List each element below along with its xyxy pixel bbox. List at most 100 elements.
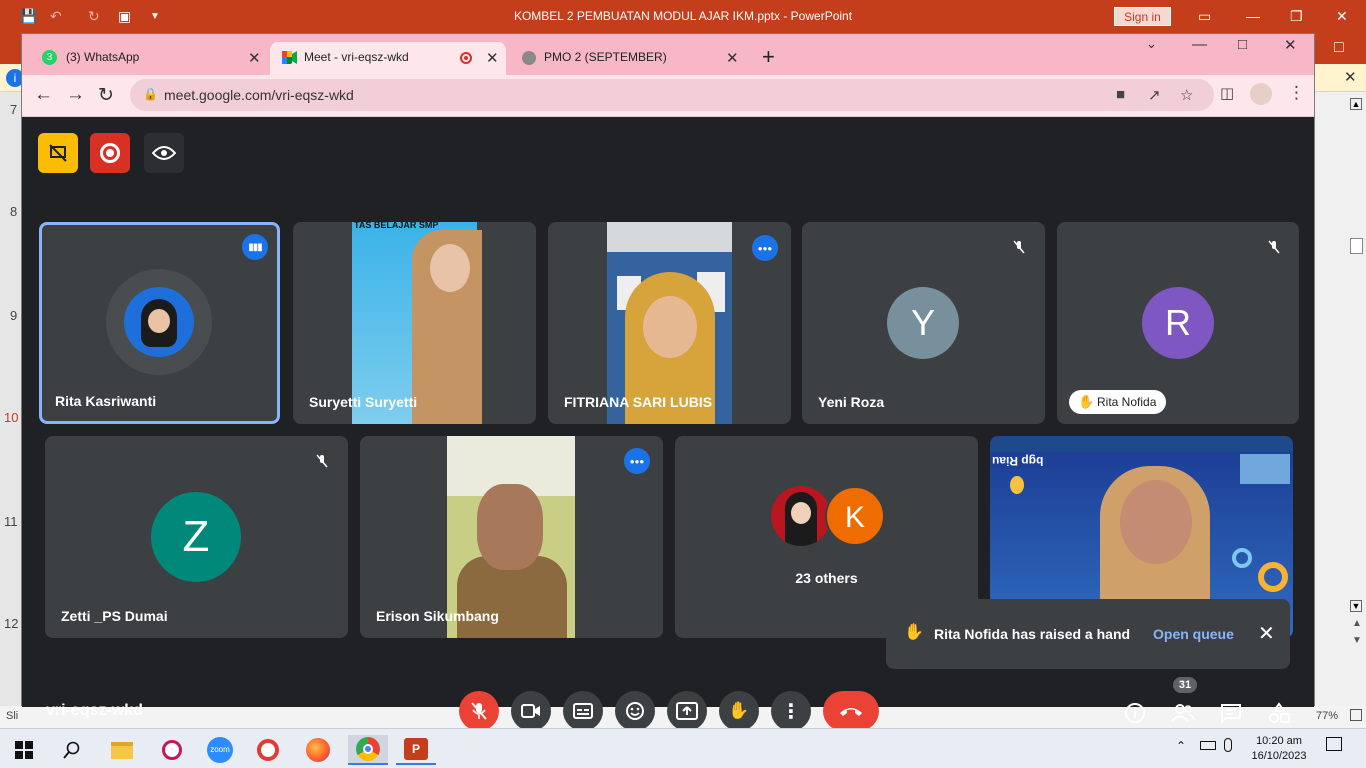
meeting-details-button[interactable]: [1121, 699, 1149, 727]
speaking-indicator-icon: ●●●: [624, 448, 650, 474]
sign-in-button[interactable]: Sign in: [1114, 7, 1171, 26]
zoom-app[interactable]: zoom: [200, 735, 240, 765]
scroll-down-icon[interactable]: ▼: [1350, 600, 1362, 612]
muted-mic-icon: [1261, 234, 1287, 260]
ppt-restore-icon[interactable]: ❐: [1290, 8, 1303, 25]
search-icon: [63, 741, 80, 759]
maximize-icon[interactable]: □: [1238, 36, 1247, 53]
emoji-icon: [626, 702, 644, 720]
forward-icon[interactable]: →: [66, 84, 85, 106]
speaking-indicator-icon: ●●●: [752, 235, 778, 261]
firefox-app[interactable]: [298, 735, 338, 765]
activities-button[interactable]: [1265, 699, 1293, 727]
participant-tile[interactable]: TAS BELAJAR SMP Suryetti Suryetti: [293, 222, 536, 424]
microphone-icon[interactable]: [1224, 738, 1232, 752]
chat-button[interactable]: [1217, 699, 1245, 727]
present-screen-button[interactable]: [667, 691, 707, 731]
whatsapp-icon: 3: [42, 50, 57, 65]
next-slide-icon[interactable]: ▼: [1352, 635, 1362, 646]
more-options-button[interactable]: ⋮: [771, 691, 811, 731]
captions-button[interactable]: [563, 691, 603, 731]
others-count: 23 others: [795, 570, 858, 586]
participant-tile[interactable]: Z Zetti _PS Dumai: [45, 436, 348, 638]
zoom-icon: zoom: [207, 737, 233, 763]
reload-icon[interactable]: ↻: [98, 84, 114, 107]
camera-toggle-button[interactable]: [511, 691, 551, 731]
people-icon: [1171, 704, 1195, 722]
chrome-app[interactable]: [348, 735, 388, 765]
close-tab-icon[interactable]: ✕: [486, 49, 499, 67]
ppt-close-icon[interactable]: ✕: [1336, 8, 1348, 25]
video-banner-text: TAS BELAJAR SMP: [354, 222, 439, 230]
more-vert-icon: ⋮: [781, 700, 801, 723]
url-text[interactable]: meet.google.com/vri-eqsz-wkd: [164, 87, 354, 103]
chat-icon: [1221, 704, 1241, 723]
screen-recorder-app[interactable]: [248, 735, 288, 765]
tab-meet[interactable]: Meet - vri-eqsz-wkd ✕: [270, 42, 506, 75]
clock[interactable]: 10:20 am 16/10/2023: [1246, 734, 1312, 764]
comments-icon[interactable]: □: [1334, 39, 1344, 57]
open-queue-button[interactable]: Open queue: [1153, 626, 1234, 642]
raise-hand-button[interactable]: ✋: [719, 691, 759, 731]
presentation-logo-text: bgp Riau: [992, 454, 1044, 468]
notifications-icon[interactable]: [1326, 737, 1342, 751]
close-window-icon[interactable]: ✕: [1284, 36, 1297, 54]
ribbon-display-icon[interactable]: ▭: [1198, 8, 1211, 25]
scroll-up-icon[interactable]: ▲: [1350, 98, 1362, 110]
avatar: [124, 287, 194, 357]
zoom-level[interactable]: 77%: [1316, 710, 1338, 722]
close-toast-icon[interactable]: ✕: [1258, 621, 1275, 646]
clock-date: 16/10/2023: [1251, 750, 1307, 762]
tab-search-icon[interactable]: ⌄: [1146, 36, 1157, 52]
bookmark-star-icon[interactable]: ☆: [1180, 86, 1193, 104]
side-panel-icon[interactable]: ◫: [1220, 84, 1234, 102]
tab-label: PMO 2 (SEPTEMBER): [544, 50, 667, 64]
show-hidden-icons[interactable]: ⌃: [1176, 739, 1186, 753]
mic-off-icon: [471, 702, 487, 720]
participant-tile[interactable]: R ✋ Rita Nofida: [1057, 222, 1299, 424]
powerpoint-scrollbar[interactable]: ▲ ▼ ▲ ▼: [1314, 92, 1366, 706]
mic-toggle-button[interactable]: [459, 691, 499, 731]
close-tab-icon[interactable]: ✕: [248, 49, 261, 67]
recorder-icon: [257, 739, 279, 761]
chrome-menu-icon[interactable]: ⋮: [1288, 83, 1305, 103]
powerpoint-app[interactable]: P: [396, 735, 436, 765]
participant-tile[interactable]: ●●● Erison Sikumbang: [360, 436, 663, 638]
tab-whatsapp[interactable]: 3 (3) WhatsApp ✕: [30, 42, 266, 75]
host-controls-button[interactable]: [38, 133, 78, 173]
lock-icon[interactable]: 🔒: [143, 87, 158, 101]
snipping-app[interactable]: [152, 735, 192, 765]
profile-avatar[interactable]: [1250, 83, 1272, 105]
reactions-button[interactable]: [615, 691, 655, 731]
participant-tile[interactable]: ●●● FITRIANA SARI LUBIS: [548, 222, 791, 424]
minimize-icon[interactable]: —: [1192, 36, 1207, 53]
search-button[interactable]: [52, 735, 92, 765]
ppt-minimize-icon[interactable]: —: [1246, 8, 1260, 24]
start-button[interactable]: [4, 735, 44, 765]
prev-slide-icon[interactable]: ▲: [1352, 618, 1362, 629]
visibility-button[interactable]: [144, 133, 184, 173]
participant-tile[interactable]: Y Yeni Roza: [802, 222, 1045, 424]
participant-tile[interactable]: ▮▮▮ Rita Kasriwanti: [39, 222, 280, 424]
share-icon[interactable]: ↗: [1148, 86, 1161, 104]
battery-icon[interactable]: [1200, 741, 1216, 750]
tab-pmo[interactable]: PMO 2 (SEPTEMBER) ✕: [510, 42, 746, 75]
scroll-thumb[interactable]: [1350, 238, 1363, 254]
leave-call-button[interactable]: [823, 691, 879, 731]
omnibox[interactable]: 🔒 meet.google.com/vri-eqsz-wkd ■ ↗ ☆: [130, 79, 1214, 111]
muted-mic-icon: [1006, 234, 1032, 260]
file-explorer-app[interactable]: [102, 735, 142, 765]
close-tab-icon[interactable]: ✕: [726, 49, 739, 67]
info-close-icon[interactable]: ✕: [1344, 68, 1357, 86]
camera-icon[interactable]: ■: [1116, 86, 1125, 103]
new-tab-button[interactable]: +: [762, 44, 775, 70]
participant-name: Rita Nofida: [1097, 395, 1157, 409]
people-button[interactable]: 31: [1169, 677, 1197, 727]
recording-button[interactable]: [90, 133, 130, 173]
participant-name: Rita Kasriwanti: [55, 393, 157, 409]
fit-slide-icon[interactable]: [1350, 709, 1362, 721]
back-icon[interactable]: ←: [34, 84, 53, 106]
ruler-number: 8: [10, 204, 18, 219]
powerpoint-icon: P: [404, 738, 428, 760]
avatar: R: [1142, 287, 1214, 359]
